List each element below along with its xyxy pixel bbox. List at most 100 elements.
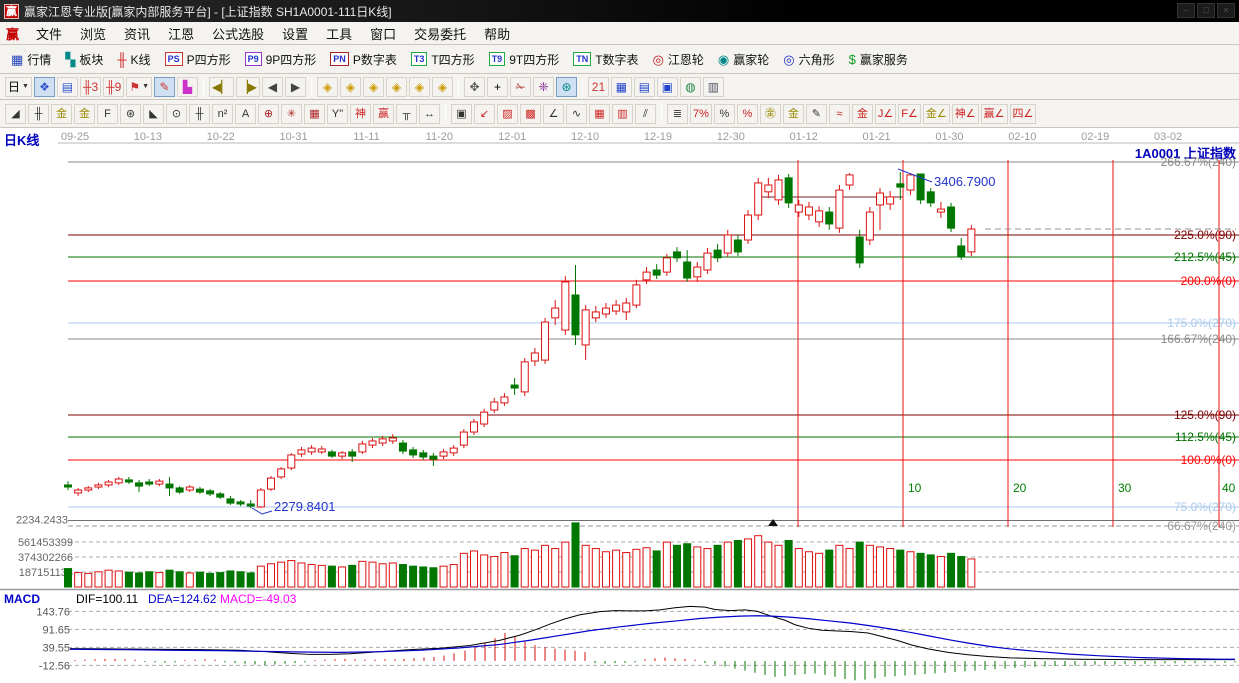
menu-item-设置[interactable]: 设置 [273, 22, 317, 45]
pen-tool-2-button[interactable]: ◣ [143, 104, 164, 124]
si-angle-button[interactable]: 四∠ [1010, 104, 1037, 124]
pen-tool-button[interactable]: ◢ [5, 104, 26, 124]
percent-7-button[interactable]: 7% [690, 104, 712, 124]
channel-tool-button[interactable]: ≈ [829, 104, 850, 124]
toolbar-item-p-square[interactable]: PSP四方形 [158, 49, 238, 70]
kline-chart-canvas[interactable]: 09-2510-1310-2210-3111-1111-2012-0112-10… [0, 128, 1239, 683]
ruler-tool-button[interactable]: ╫ [28, 104, 49, 124]
toolbar-item-sector-blocks[interactable]: ▚板块 [58, 49, 110, 70]
toolbar-item-t-number-table[interactable]: TNT数字表 [566, 49, 645, 70]
crosshair-tool-button[interactable]: + [487, 77, 508, 97]
shen-angle-button[interactable]: 神∠ [952, 104, 979, 124]
gold-ruler-1-button[interactable]: 金 [51, 104, 72, 124]
red-grid-button[interactable]: ▦ [589, 104, 610, 124]
toolbar-item-market-quotes[interactable]: ▦行情 [4, 49, 58, 70]
web-tool-button[interactable]: ◍ [680, 77, 701, 97]
clock-circle-button[interactable]: ⊙ [166, 104, 187, 124]
minimize-button[interactable]: – [1177, 3, 1195, 18]
mirror-tool-button[interactable]: A [235, 104, 256, 124]
diamond-right-button[interactable]: ◈ [340, 77, 361, 97]
toolbar-item-winner-wheel[interactable]: ◉赢家轮 [711, 49, 776, 70]
ying-ruler-icon: 赢 [378, 108, 389, 120]
toolbar-item-winner-service[interactable]: $赢家服务 [842, 49, 915, 70]
box-diag-button[interactable]: ▨ [497, 104, 518, 124]
toolbar-item-p-number-table[interactable]: PNP数字表 [323, 49, 404, 70]
calendar-tool-button[interactable]: 21 [588, 77, 609, 97]
diamond-expand-button[interactable]: ◈ [432, 77, 453, 97]
menu-item-江恩[interactable]: 江恩 [159, 22, 203, 45]
gold-red-button[interactable]: 金 [852, 104, 873, 124]
scale-bars-button[interactable]: ≣ [667, 104, 688, 124]
compass-tool-button[interactable]: ⊕ [258, 104, 279, 124]
brain-tool-button[interactable]: ⊛ [556, 77, 577, 97]
save-tool-button[interactable]: ▣ [657, 77, 678, 97]
box-select-button[interactable]: ▣ [451, 104, 472, 124]
cut-tool-button[interactable]: ✁ [510, 77, 531, 97]
wave-tool-button[interactable]: ∿ [566, 104, 587, 124]
y-tool-button[interactable]: Y" [327, 104, 348, 124]
menu-item-工具[interactable]: 工具 [317, 22, 361, 45]
k3-cycle-button[interactable]: ╫3 [80, 77, 101, 97]
flag-tool-button[interactable]: ⚑▼ [126, 77, 152, 97]
k9-cycle-button[interactable]: ╫9 [103, 77, 124, 97]
f-angle-button[interactable]: F∠ [898, 104, 921, 124]
gold-angle-button[interactable]: 金∠ [923, 104, 950, 124]
last-page-button[interactable]: ▕▶ [236, 77, 260, 97]
menu-item-交易委托[interactable]: 交易委托 [405, 22, 475, 45]
edit-tool-button[interactable]: ✎ [154, 77, 175, 97]
menu-item-资讯[interactable]: 资讯 [115, 22, 159, 45]
notes-tool-button[interactable]: ▤ [634, 77, 655, 97]
hand-tool-button[interactable]: ✥ [464, 77, 485, 97]
menu-item-文件[interactable]: 文件 [27, 22, 71, 45]
mark-tool-button[interactable]: ❈ [533, 77, 554, 97]
gold-lines-button[interactable]: 金 [783, 104, 804, 124]
f-ruler-button[interactable]: F [97, 104, 118, 124]
toolbar-item-hexagon[interactable]: ◎六角形 [776, 49, 841, 70]
h-resize-button[interactable]: ↔ [419, 104, 440, 124]
first-page-button[interactable]: ◀▏ [209, 77, 233, 97]
ying-angle-button[interactable]: 赢∠ [981, 104, 1008, 124]
toolbar-item-9p-square[interactable]: P99P四方形 [238, 49, 324, 70]
print-tool-button[interactable]: ▥ [703, 77, 724, 97]
toolbar-item-9t-square[interactable]: T99T四方形 [482, 49, 567, 70]
n2-tool-button[interactable]: n² [212, 104, 233, 124]
percent-button[interactable]: % [714, 104, 735, 124]
menu-item-公式选股[interactable]: 公式选股 [203, 22, 273, 45]
gold-ruler-2-button[interactable]: 金 [74, 104, 95, 124]
diamond-plus-button[interactable]: ◈ [409, 77, 430, 97]
diamond-left-button[interactable]: ◈ [317, 77, 338, 97]
toolbar-item-kline[interactable]: ╫K线 [110, 49, 157, 70]
info-panel-button[interactable]: ▤ [57, 77, 78, 97]
chart-mode-button[interactable]: ❖ [34, 77, 55, 97]
web-grid-button[interactable]: ▦ [304, 104, 325, 124]
color-chart-button[interactable]: ▙ [177, 77, 198, 97]
menu-item-浏览[interactable]: 浏览 [71, 22, 115, 45]
gold-circle-button[interactable]: ㊎ [760, 104, 781, 124]
j-angle-button[interactable]: J∠ [875, 104, 896, 124]
maximize-button[interactable]: □ [1197, 3, 1215, 18]
fan-lines-button[interactable]: ↙ [474, 104, 495, 124]
spiral-tool-button[interactable]: ⊛ [120, 104, 141, 124]
menu-item-帮助[interactable]: 帮助 [475, 22, 519, 45]
diamond-h-button[interactable]: ◈ [363, 77, 384, 97]
close-button[interactable]: × [1217, 3, 1235, 18]
diamond-center-button[interactable]: ◈ [386, 77, 407, 97]
grid-2-button[interactable]: ▥ [612, 104, 633, 124]
percent-line-button[interactable]: % [737, 104, 758, 124]
toolbar-item-t-square[interactable]: T3T四方形 [404, 49, 482, 70]
toolbar-item-gann-wheel[interactable]: ◎江恩轮 [646, 49, 711, 70]
ruler-123-button[interactable]: ╥ [396, 104, 417, 124]
calculator-tool-button[interactable]: ▦ [611, 77, 632, 97]
ruler-tool-2-button[interactable]: ╫ [189, 104, 210, 124]
pen-plus-button[interactable]: ✎ [806, 104, 827, 124]
prev-page-button[interactable]: ◀ [262, 77, 283, 97]
period-selector-button[interactable]: 日▼ [5, 77, 32, 97]
menu-item-窗口[interactable]: 窗口 [361, 22, 405, 45]
star-grid-button[interactable]: ✳ [281, 104, 302, 124]
parallel-lines-button[interactable]: ⫽ [635, 104, 656, 124]
ying-ruler-button[interactable]: 赢 [373, 104, 394, 124]
angle-tool-button[interactable]: ∠ [543, 104, 564, 124]
box-grid-button[interactable]: ▩ [520, 104, 541, 124]
next-page-button[interactable]: ▶ [285, 77, 306, 97]
shen-ruler-button[interactable]: 神 [350, 104, 371, 124]
